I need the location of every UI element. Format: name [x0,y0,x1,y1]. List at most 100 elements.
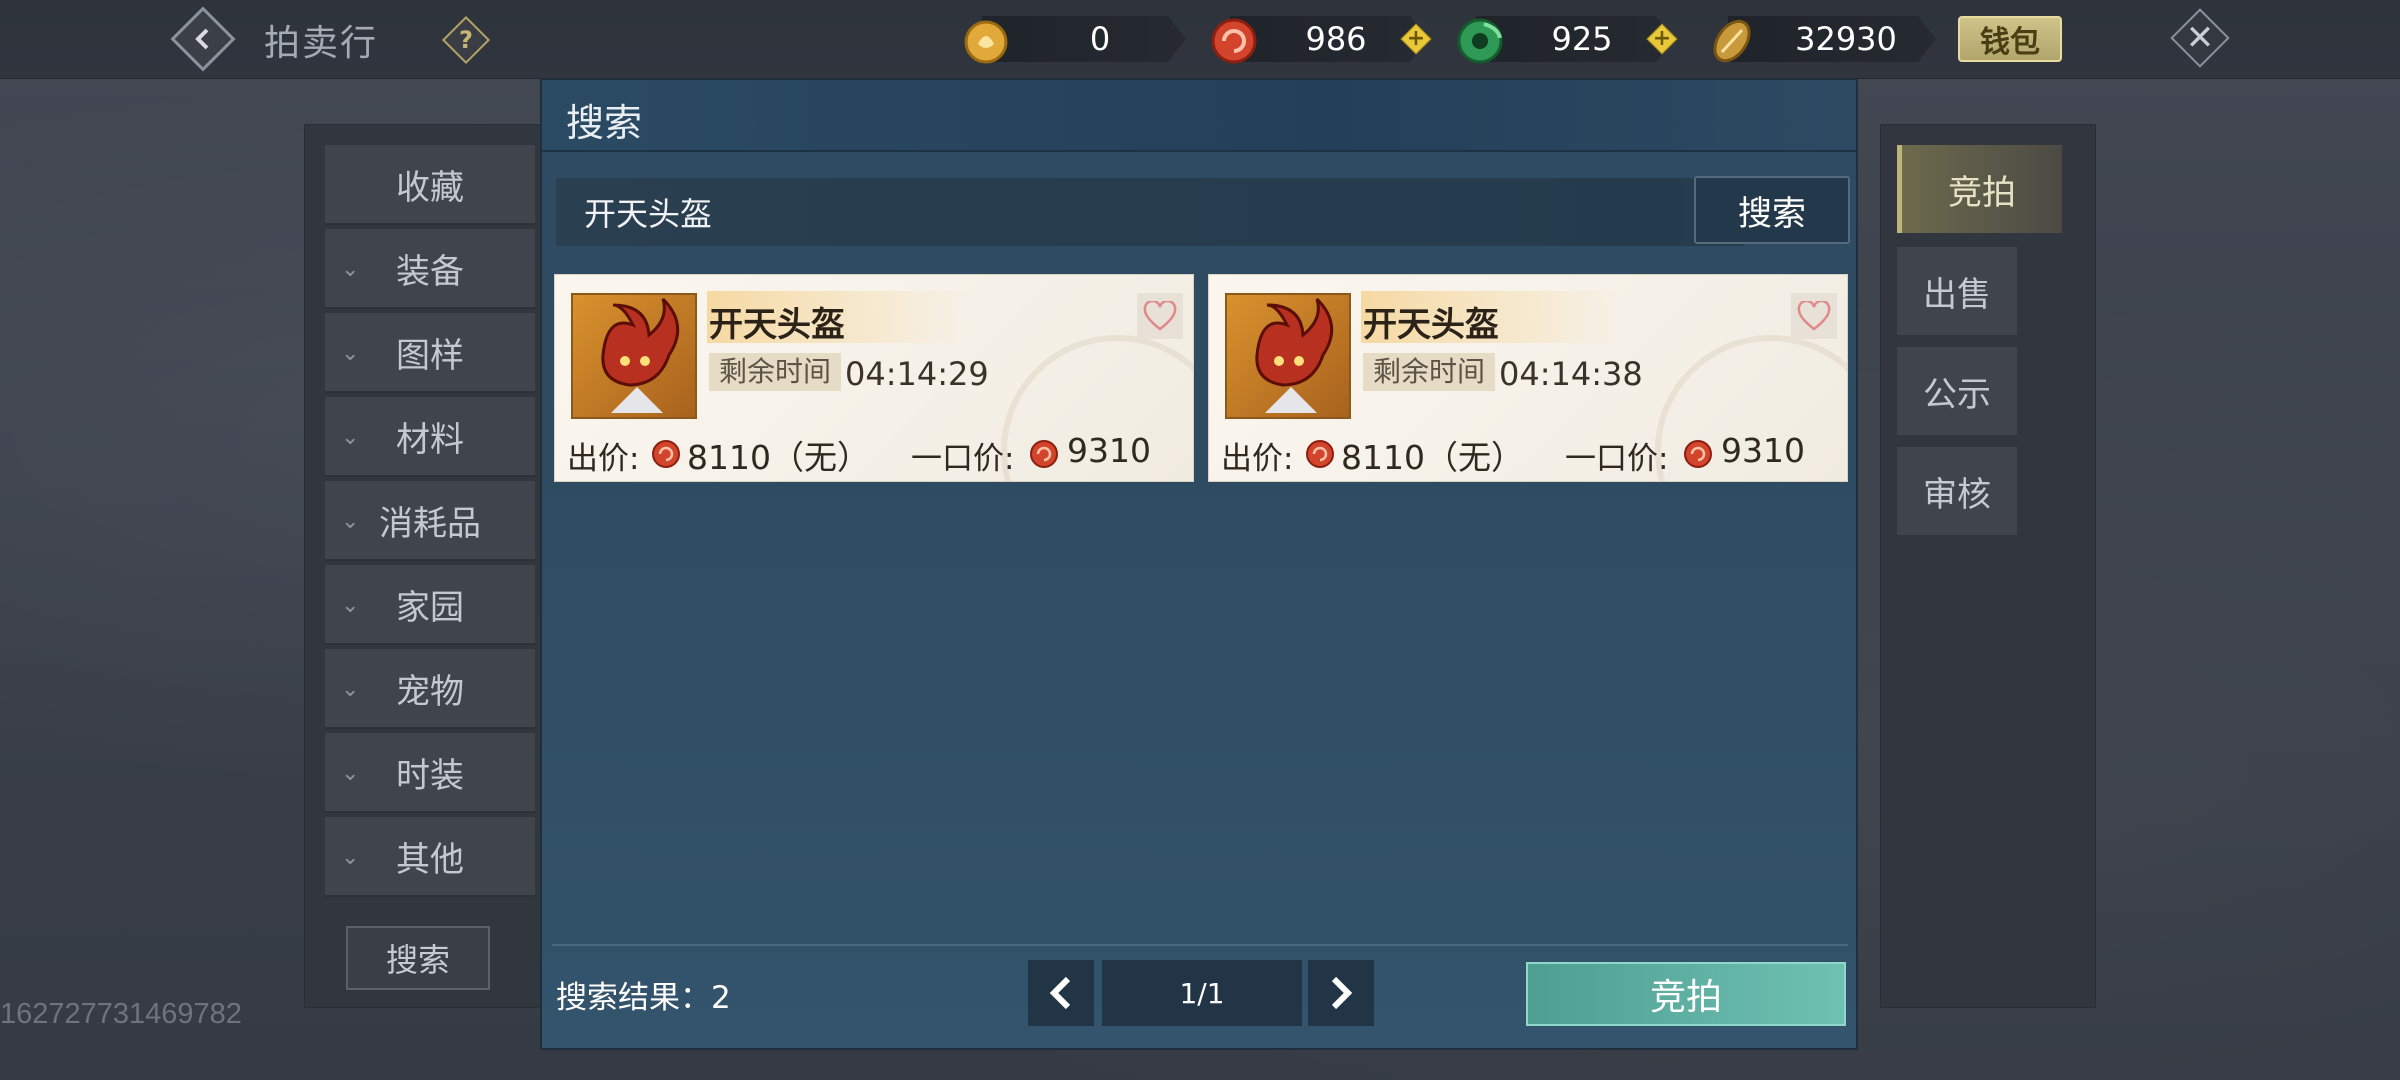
chevron-down-icon: ⌄ [341,257,360,282]
result-card[interactable]: 开天头盔 剩余时间 04:14:38 出价: 8110（无） 一口价: 9310 [1208,274,1848,482]
category-label: 图样 [396,335,464,376]
red-coin-icon [1211,18,1257,64]
category-panel: 收藏 ⌄ 装备 ⌄ 图样 ⌄ 材料 ⌄ 消耗品 ⌄ 家园 ⌄ 宠物 ⌄ 时装 ⌄… [304,124,546,1008]
result-card[interactable]: 开天头盔 剩余时间 04:14:29 出价: 8110（无） 一口价: 9310 [554,274,1194,482]
chevron-down-icon: ⌄ [341,509,360,534]
currency-red: 986 + [1208,16,1448,64]
remaining-time-label: 剩余时间 [1363,353,1496,391]
chevron-right-icon [1331,976,1353,1010]
question-icon[interactable]: ? [441,15,491,65]
category-label: 其他 [396,839,464,880]
category-label: 家园 [396,587,464,628]
category-other[interactable]: ⌄ 其他 [325,817,535,897]
add-red-currency-button[interactable]: + [1400,23,1432,55]
plus-icon: + [1652,26,1672,51]
page-title: 拍卖行 [264,23,379,64]
buyout-label: 一口价: [911,441,1015,477]
bid-button[interactable]: 竞拍 [1526,962,1846,1026]
chevron-down-icon: ⌄ [341,761,360,786]
search-row [556,178,1744,246]
buyout-value: 9310 [1721,431,1805,470]
category-label: 收藏 [396,167,464,208]
ingot-coin-icon [1713,19,1751,63]
currency-red-value: 986 [1305,20,1367,58]
currency-silver: 32930 [1706,16,1936,63]
top-bar: 拍卖行 ? 0 986 + 925 + 32930 钱包 ✕ [0,0,2400,79]
red-coin-icon [1306,440,1334,468]
gold-coin-icon [964,20,1008,64]
currency-jade: 925 + [1454,16,1694,64]
category-label: 消耗品 [379,503,481,544]
helmet-icon [601,297,680,413]
category-pets[interactable]: ⌄ 宠物 [325,649,535,729]
item-name: 开天头盔 [709,305,845,345]
tab-review[interactable]: 审核 [1897,447,2017,535]
category-search-button[interactable]: 搜索 [346,926,490,990]
category-consumables[interactable]: ⌄ 消耗品 [325,481,535,561]
remaining-time-value: 04:14:38 [1499,355,1643,393]
chevron-left-icon [195,28,209,50]
wallet-button[interactable]: 钱包 [1958,16,2062,62]
footer-divider [552,944,1848,946]
search-modal: 搜索 搜索 开天头盔 剩余时间 04:14:29 出价: [540,78,1858,1050]
chevron-down-icon: ⌄ [341,593,360,618]
help-icon-glyph: ? [459,26,473,54]
modal-title: 搜索 [566,101,643,145]
tab-sell[interactable]: 出售 [1897,247,2017,335]
currency-silver-value: 32930 [1795,20,1897,58]
helmet-item-icon [1225,293,1351,419]
previous-page-button[interactable] [1028,960,1094,1026]
category-label: 装备 [396,251,464,292]
red-coin-icon [1030,440,1058,468]
category-label: 时装 [396,755,464,796]
search-input[interactable] [556,178,1682,246]
buyout-label: 一口价: [1565,441,1669,477]
jade-coin-icon [1457,18,1503,64]
chevron-down-icon: ⌄ [341,677,360,702]
category-materials[interactable]: ⌄ 材料 [325,397,535,477]
heart-icon [1797,301,1831,331]
item-name: 开天头盔 [1363,305,1499,345]
currency-gold: 0 [960,16,1186,64]
back-button[interactable] [170,6,236,72]
category-fashion[interactable]: ⌄ 时装 [325,733,535,813]
favorite-heart-icon[interactable] [1137,293,1183,339]
page-indicator: 1/1 [1102,960,1302,1026]
bid-label: 出价: [567,441,640,477]
category-label: 材料 [396,419,464,460]
plus-icon: + [1406,26,1426,51]
chevron-down-icon: ⌄ [341,341,360,366]
add-jade-currency-button[interactable]: + [1646,23,1678,55]
category-favorites[interactable]: 收藏 [325,145,535,225]
close-button[interactable]: ✕ [2170,8,2230,68]
category-home[interactable]: ⌄ 家园 [325,565,535,645]
close-icon: ✕ [2185,18,2215,58]
bid-value: 8110（无） [1341,438,1524,477]
result-count: 搜索结果：2 [556,980,731,1016]
mode-tabs-panel: 竞拍 出售 公示 审核 [1880,124,2096,1008]
tab-auction[interactable]: 竞拍 [1897,145,2062,233]
bid-value: 8110（无） [687,438,870,477]
modal-header: 搜索 [542,80,1856,152]
search-button[interactable]: 搜索 [1694,176,1850,244]
tab-public[interactable]: 公示 [1897,347,2017,435]
chevron-down-icon: ⌄ [341,845,360,870]
currency-gold-value: 0 [1089,20,1111,58]
category-patterns[interactable]: ⌄ 图样 [325,313,535,393]
next-page-button[interactable] [1308,960,1374,1026]
red-coin-icon [652,440,680,468]
buyout-value: 9310 [1067,431,1151,470]
favorite-heart-icon[interactable] [1791,293,1837,339]
remaining-time-label: 剩余时间 [709,353,842,391]
heart-icon [1143,301,1177,331]
remaining-time-value: 04:14:29 [845,355,989,393]
helmet-icon [1255,297,1334,413]
category-equipment[interactable]: ⌄ 装备 [325,229,535,309]
chevron-left-icon [1049,976,1071,1010]
user-id: 162727731469782 [0,998,242,1030]
red-coin-icon [1684,440,1712,468]
chevron-down-icon: ⌄ [341,425,360,450]
currency-jade-value: 925 [1551,20,1613,58]
bid-label: 出价: [1221,441,1294,477]
category-label: 宠物 [396,671,464,712]
